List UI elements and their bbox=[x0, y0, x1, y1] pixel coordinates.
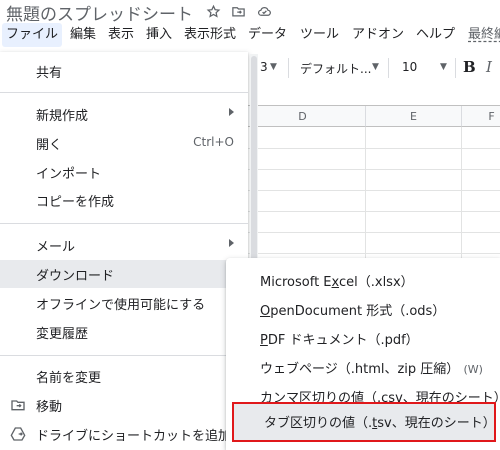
last-edit-link[interactable]: 最終編 bbox=[464, 23, 500, 47]
file-menu-rename[interactable]: 名前を変更 bbox=[0, 362, 248, 390]
grid-line bbox=[240, 232, 500, 233]
download-html-label: ウェブページ（.html、zip 圧縮） (W) bbox=[260, 362, 483, 377]
file-menu-share-label: 共有 bbox=[36, 66, 63, 81]
file-menu-import[interactable]: インポート bbox=[0, 158, 248, 186]
shortcut-label: Ctrl+O bbox=[193, 135, 234, 149]
file-menu-move[interactable]: 移動 bbox=[0, 391, 248, 419]
grid-line bbox=[240, 253, 500, 254]
toolbar-divider bbox=[288, 58, 289, 78]
file-menu-version-history[interactable]: 変更履歴 bbox=[0, 318, 248, 346]
download-tsv-label: タブ区切りの値（.tsv、現在のシート） bbox=[264, 416, 496, 431]
chevron-down-icon: ▼ bbox=[372, 62, 379, 72]
file-menu-make-copy-label: コピーを作成 bbox=[36, 195, 115, 210]
file-menu-download-label: ダウンロード bbox=[36, 269, 115, 284]
menu-divider bbox=[0, 92, 248, 93]
menu-tools[interactable]: ツール bbox=[296, 23, 343, 47]
font-size-select[interactable]: 10 bbox=[402, 60, 417, 74]
file-menu-download[interactable]: ダウンロード bbox=[0, 260, 248, 288]
grid-line bbox=[240, 190, 500, 191]
menu-insert[interactable]: 挿入 bbox=[142, 23, 176, 47]
menu-divider bbox=[0, 355, 248, 356]
column-header-e[interactable]: E bbox=[366, 106, 462, 127]
download-html[interactable]: ウェブページ（.html、zip 圧縮） (W) bbox=[226, 353, 500, 381]
move-folder-icon bbox=[10, 397, 26, 413]
chevron-down-icon: ▼ bbox=[270, 62, 277, 72]
bold-button[interactable]: B bbox=[463, 58, 476, 76]
chevron-down-icon: ▼ bbox=[440, 62, 447, 72]
menu-bar: ファイル 編集 表示 挿入 表示形式 データ ツール アドオン ヘルプ 最終編 bbox=[0, 23, 500, 47]
grid-line bbox=[240, 169, 500, 170]
file-menu-email-label: メール bbox=[36, 240, 76, 255]
download-xlsx[interactable]: Microsoft Excel（.xlsx） bbox=[226, 266, 500, 294]
submenu-arrow-icon bbox=[229, 239, 234, 247]
file-menu-open[interactable]: 開く Ctrl+O bbox=[0, 129, 248, 157]
menu-data[interactable]: データ bbox=[244, 23, 291, 47]
toolbar-number-format-fragment[interactable]: 3 bbox=[260, 60, 268, 74]
file-menu-new-label: 新規作成 bbox=[36, 109, 89, 124]
file-menu-add-shortcut[interactable]: ドライブにショートカットを追加 bbox=[0, 420, 248, 448]
grid-line bbox=[240, 211, 500, 212]
drive-shortcut-icon bbox=[10, 426, 26, 442]
submenu-arrow-icon bbox=[229, 108, 234, 116]
menu-format[interactable]: 表示形式 bbox=[180, 23, 240, 47]
file-menu-make-copy[interactable]: コピーを作成 bbox=[0, 186, 248, 214]
menu-view[interactable]: 表示 bbox=[104, 23, 138, 47]
file-menu-share[interactable]: 共有 bbox=[0, 57, 248, 85]
toolbar-divider bbox=[388, 58, 389, 78]
file-menu-add-shortcut-label: ドライブにショートカットを追加 bbox=[36, 429, 232, 444]
toolbar-divider bbox=[455, 58, 456, 78]
grid-line bbox=[240, 148, 500, 149]
download-xlsx-label: Microsoft Excel（.xlsx） bbox=[260, 275, 414, 290]
column-header-f[interactable]: F bbox=[462, 106, 500, 127]
menu-file[interactable]: ファイル bbox=[2, 23, 63, 47]
title-bar: 無題のスプレッドシート bbox=[0, 0, 500, 25]
star-icon[interactable] bbox=[204, 2, 222, 20]
download-tsv[interactable]: タブ区切りの値（.tsv、現在のシート） bbox=[232, 402, 496, 442]
file-menu-offline-label: オフラインで使用可能にする bbox=[36, 298, 206, 313]
file-menu-import-label: インポート bbox=[36, 167, 102, 182]
file-menu: 共有 新規作成 開く Ctrl+O インポート コピーを作成 メール ダウンロー… bbox=[0, 52, 248, 450]
document-title[interactable]: 無題のスプレッドシート bbox=[6, 0, 193, 25]
menu-addons[interactable]: アドオン bbox=[348, 23, 408, 47]
menu-edit[interactable]: 編集 bbox=[66, 23, 100, 47]
file-menu-version-history-label: 変更履歴 bbox=[36, 327, 89, 342]
file-menu-new[interactable]: 新規作成 bbox=[0, 100, 248, 128]
file-menu-rename-label: 名前を変更 bbox=[36, 371, 102, 386]
cloud-status-icon[interactable] bbox=[255, 2, 273, 20]
menu-help[interactable]: ヘルプ bbox=[412, 23, 459, 47]
move-folder-icon[interactable] bbox=[229, 2, 247, 20]
download-pdf[interactable]: PDF ドキュメント（.pdf） bbox=[226, 324, 500, 352]
font-family-select[interactable]: デフォルト... bbox=[300, 60, 371, 77]
download-pdf-label: PDF ドキュメント（.pdf） bbox=[260, 333, 419, 348]
menu-divider bbox=[0, 223, 248, 224]
file-menu-open-label: 開く bbox=[36, 138, 63, 153]
download-ods-label: OpenDocument 形式（.ods） bbox=[260, 304, 446, 319]
file-menu-move-label: 移動 bbox=[36, 400, 63, 415]
download-ods[interactable]: OpenDocument 形式（.ods） bbox=[226, 295, 500, 323]
column-header-d[interactable]: D bbox=[240, 106, 366, 127]
file-menu-email[interactable]: メール bbox=[0, 231, 248, 259]
italic-button[interactable]: I bbox=[486, 58, 492, 76]
file-menu-offline[interactable]: オフラインで使用可能にする bbox=[0, 289, 248, 317]
